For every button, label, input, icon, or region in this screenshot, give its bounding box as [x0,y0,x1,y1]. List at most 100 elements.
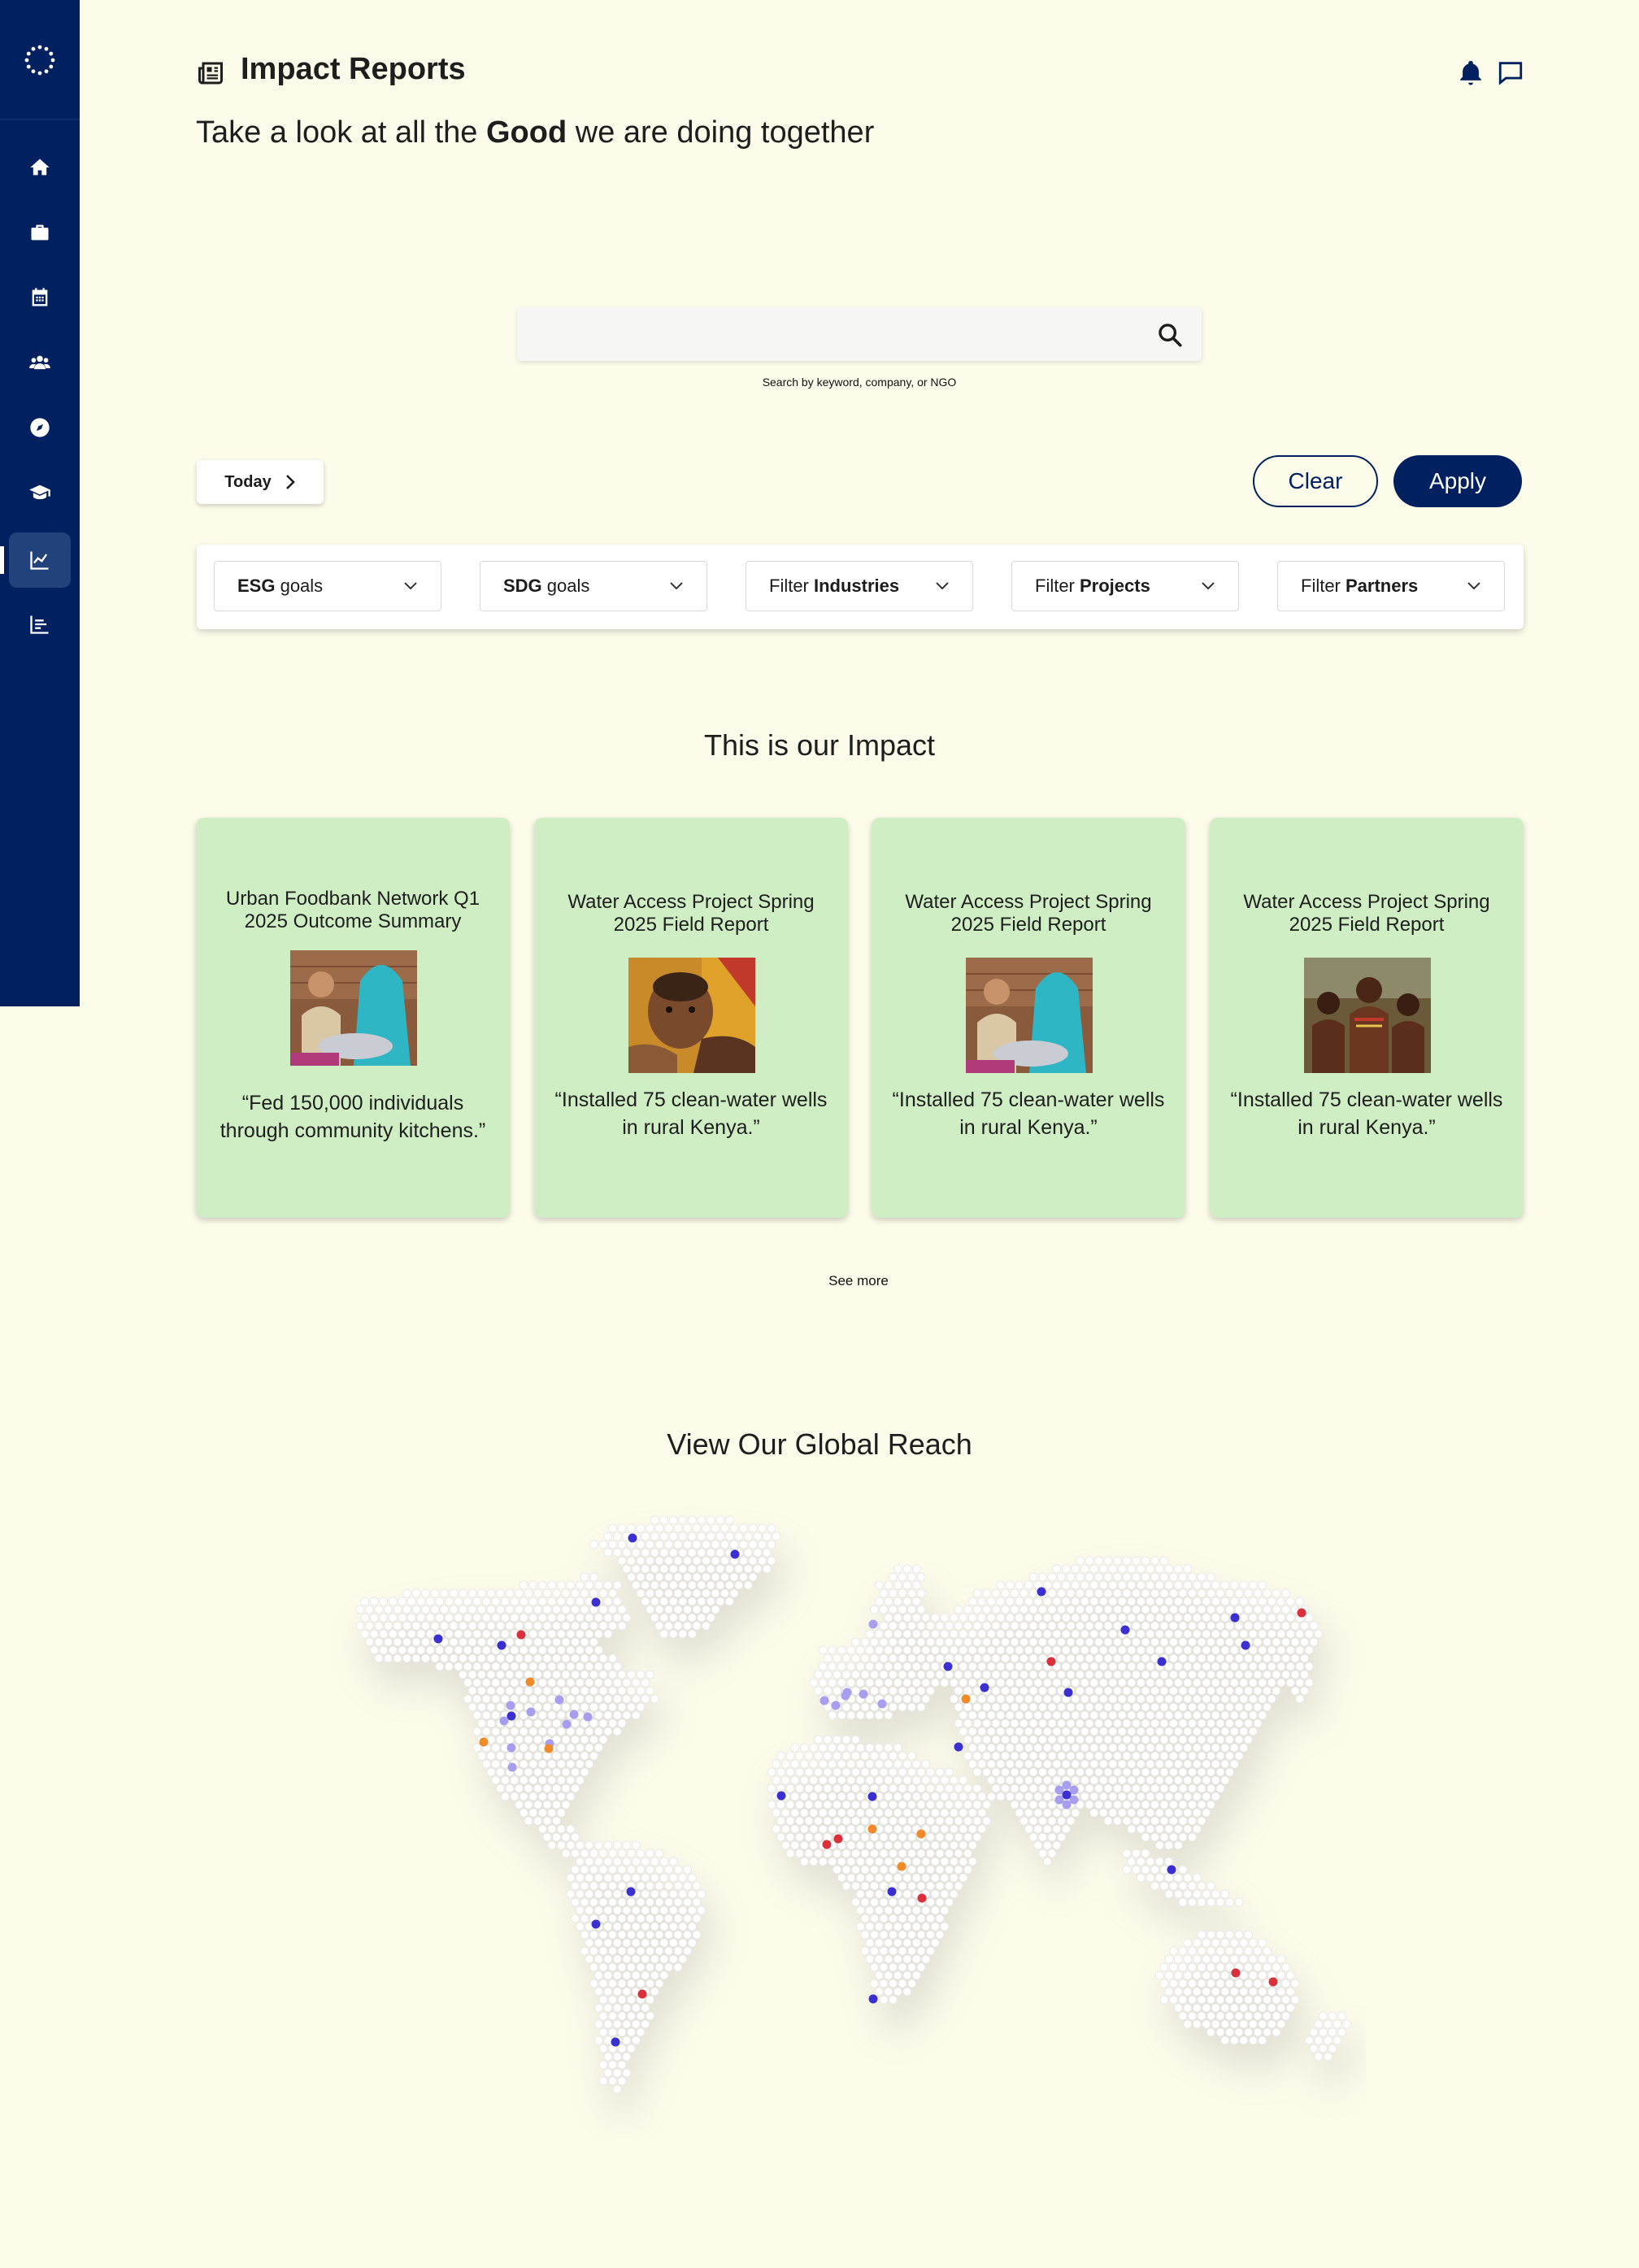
map-marker-red[interactable] [1297,1608,1306,1618]
map-marker-lavender[interactable] [820,1696,829,1705]
search-icon[interactable] [1156,321,1184,349]
map-marker-lavender[interactable] [583,1712,593,1722]
map-marker-orange[interactable] [525,1677,535,1687]
map-hex-dot [945,1784,954,1793]
map-marker-orange[interactable] [916,1829,926,1839]
map-marker-blue[interactable] [868,1994,878,2004]
map-marker-orange[interactable] [479,1737,489,1747]
map-marker-lavender[interactable] [859,1689,868,1699]
bell-icon[interactable] [1457,59,1485,86]
map-hex-dot [1202,1694,1211,1704]
map-marker-orange[interactable] [961,1694,971,1704]
map-marker-blue[interactable] [1241,1640,1250,1650]
map-marker-blue[interactable] [591,1919,601,1929]
impact-card[interactable]: Water Access Project Spring 2025 Field R… [872,818,1185,1218]
map-marker-blue[interactable] [591,1597,601,1607]
map-marker-lavender[interactable] [526,1707,536,1717]
map-marker-orange[interactable] [867,1824,877,1834]
map-hex-dot [580,1686,589,1696]
map-marker-lavender[interactable] [1069,1795,1079,1805]
map-marker-blue[interactable] [867,1792,877,1801]
logo-icon[interactable] [24,44,56,76]
filter-sdg-goals[interactable]: SDG goals [480,561,707,611]
map-marker-blue[interactable] [1037,1587,1046,1597]
map-marker-blue[interactable] [943,1662,953,1671]
map-marker-blue[interactable] [1063,1688,1073,1697]
map-marker-orange[interactable] [897,1862,906,1871]
map-hex-dot [1188,1653,1197,1663]
map-marker-blue[interactable] [887,1887,897,1897]
map-marker-lavender[interactable] [1069,1785,1079,1795]
map-marker-lavender[interactable] [1054,1795,1064,1805]
map-marker-blue[interactable] [506,1711,516,1721]
map-marker-lavender[interactable] [1062,1780,1072,1790]
map-hex-dot [921,1954,931,1964]
map-marker-lavender[interactable] [562,1719,572,1729]
sidebar-item-impact[interactable] [9,532,71,588]
map-marker-red[interactable] [1268,1977,1278,1987]
sidebar-item-explore[interactable] [9,400,71,455]
map-marker-orange[interactable] [544,1744,554,1753]
search-input[interactable] [533,319,1138,351]
sidebar-item-calendar[interactable] [9,270,71,325]
map-marker-red[interactable] [917,1893,927,1903]
map-marker-blue[interactable] [497,1640,506,1650]
sidebar-item-reports[interactable] [9,597,71,652]
clear-button[interactable]: Clear [1253,455,1378,507]
map-marker-red[interactable] [822,1840,832,1849]
map-marker-blue[interactable] [611,2037,620,2047]
map-hex-dot [547,1662,557,1671]
map-marker-blue[interactable] [1230,1613,1240,1623]
map-marker-lavender[interactable] [506,1743,516,1753]
map-marker-red[interactable] [516,1630,526,1640]
map-hex-dot [603,1597,613,1606]
map-marker-blue[interactable] [1120,1625,1130,1635]
world-map[interactable] [325,1504,1366,2138]
map-marker-lavender[interactable] [841,1691,850,1701]
map-hex-dot [622,1873,632,1883]
map-marker-lavender[interactable] [831,1701,841,1710]
chat-icon[interactable] [1497,59,1524,86]
map-marker-blue[interactable] [628,1533,637,1543]
impact-card[interactable]: Water Access Project Spring 2025 Field R… [1210,818,1524,1218]
map-marker-blue[interactable] [954,1742,963,1752]
map-marker-blue[interactable] [433,1634,443,1644]
filter-partners[interactable]: Filter Partners [1277,561,1505,611]
map-marker-blue[interactable] [980,1683,989,1692]
filter-projects[interactable]: Filter Projects [1011,561,1239,611]
map-marker-blue[interactable] [1167,1865,1176,1875]
map-marker-blue[interactable] [730,1549,740,1559]
map-marker-blue[interactable] [1157,1657,1167,1666]
map-marker-red[interactable] [1046,1657,1056,1666]
filter-industries[interactable]: Filter Industries [746,561,973,611]
impact-card[interactable]: Urban Foodbank Network Q1 2025 Outcome S… [196,818,510,1218]
map-marker-lavender[interactable] [506,1701,515,1710]
map-hex-dot [1164,1970,1174,1980]
map-marker-lavender[interactable] [1062,1800,1072,1810]
map-hex-dot [1202,1710,1211,1720]
map-marker-blue[interactable] [626,1887,636,1897]
map-marker-lavender[interactable] [1054,1785,1064,1795]
map-marker-lavender[interactable] [868,1619,878,1629]
impact-card[interactable]: Water Access Project Spring 2025 Field R… [534,818,848,1218]
sidebar-item-learning[interactable] [9,465,71,520]
map-marker-red[interactable] [637,1989,647,1999]
map-marker-lavender[interactable] [507,1762,517,1772]
sidebar-item-home[interactable] [9,140,71,195]
map-marker-red[interactable] [1231,1968,1241,1978]
sidebar-item-projects[interactable] [9,205,71,260]
filter-esg-goals[interactable]: ESG goals [214,561,441,611]
apply-button[interactable]: Apply [1393,455,1522,507]
map-marker-lavender[interactable] [554,1695,564,1705]
map-marker-lavender[interactable] [499,1716,509,1726]
see-more-link[interactable]: See more [737,1273,980,1289]
map-marker-blue[interactable] [1062,1790,1072,1800]
map-marker-red[interactable] [833,1834,843,1844]
map-marker-lavender[interactable] [877,1699,887,1709]
today-button[interactable]: Today [197,460,324,504]
sidebar-item-community[interactable] [9,335,71,390]
map-marker-blue[interactable] [776,1791,786,1801]
map-hex-dot [617,1523,627,1533]
map-marker-lavender[interactable] [569,1710,579,1719]
map-hex-dot [566,1662,576,1671]
